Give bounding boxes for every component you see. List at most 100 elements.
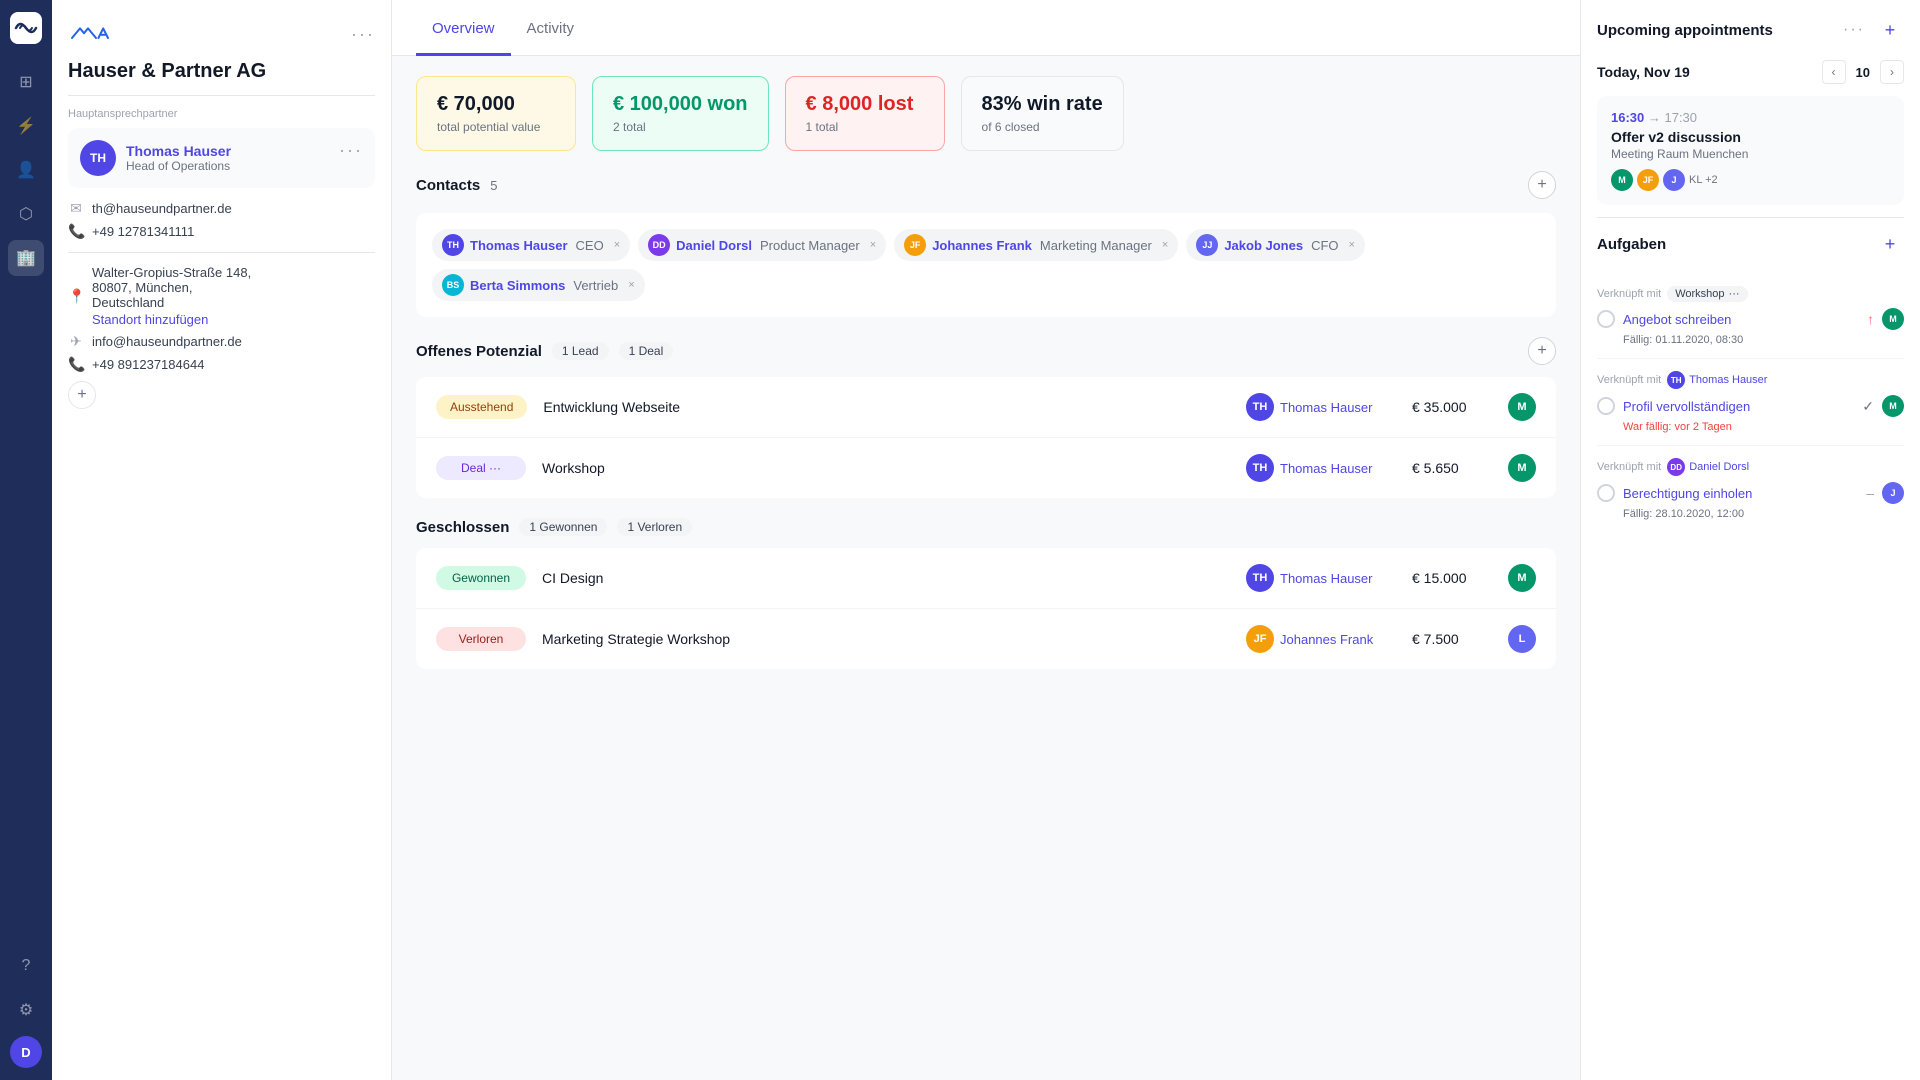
stat-lost-value: € 8,000 lost [806,93,924,116]
hauptansprechpartner-label: Hauptansprechpartner [68,108,375,120]
closed-won-badge: 1 Gewonnen [519,518,607,536]
nav-icon-settings[interactable]: ⚙ [8,992,44,1028]
nav-icon-building[interactable]: 🏢 [8,240,44,276]
tab-overview[interactable]: Overview [416,0,511,56]
add-task-button[interactable]: + [1876,230,1904,258]
potential-lead-badge: 1 Lead [552,342,609,360]
deal-name-webseite[interactable]: Entwicklung Webseite [543,399,1230,415]
stat-won-value: € 100,000 won [613,93,748,116]
chip-name-jakob[interactable]: Jakob Jones [1224,238,1303,253]
company-more-button[interactable]: ··· [351,24,375,45]
deal-status-verloren: Verloren [436,627,526,651]
task-name-berechtigung[interactable]: Berechtigung einholen [1623,486,1858,501]
chip-role-johannes: Marketing Manager [1040,238,1152,253]
add-contact-button[interactable]: + [1528,171,1556,199]
task-linked-name-daniel[interactable]: Daniel Dorsl [1689,461,1749,473]
deal-person-marketing[interactable]: JF Johannes Frank [1246,625,1396,653]
contact-email[interactable]: th@hauseundpartner.de [92,201,232,216]
task-checkbox-3[interactable] [1597,484,1615,502]
stat-winrate-value: 83% win rate [982,93,1103,116]
deal-action-m1: M [1508,393,1536,421]
task-linked-chip-workshop[interactable]: Workshop ··· [1667,286,1747,302]
add-location-button[interactable]: Standort hinzufügen [92,312,251,327]
task-linked-avatar-dd: DD [1667,458,1685,476]
phone-icon: 📞 [68,223,84,240]
deal-amount-workshop: € 5.650 [1412,460,1492,476]
appt-time-start: 16:30 [1611,110,1644,125]
closed-title: Geschlossen [416,519,509,536]
task-checkbox-2[interactable] [1597,397,1615,415]
task-linked-person-thomas[interactable]: TH Thomas Hauser [1667,371,1767,389]
company-logo [68,16,116,52]
stat-lost-label: 1 total [806,120,924,134]
task-checkbox-1[interactable] [1597,310,1615,328]
deal-person-workshop[interactable]: TH Thomas Hauser [1246,454,1396,482]
task-linked-name-thomas[interactable]: Thomas Hauser [1689,374,1767,386]
deal-person-cidesign[interactable]: TH Thomas Hauser [1246,564,1396,592]
appointment-count: 10 [1850,65,1876,80]
appt-time: 16:30 → 17:30 [1611,110,1890,125]
closed-deals-container: Gewonnen CI Design TH Thomas Hauser € 15… [416,548,1556,669]
deal-row-cidesign: Gewonnen CI Design TH Thomas Hauser € 15… [416,548,1556,609]
prev-date-button[interactable]: ‹ [1822,60,1846,84]
chip-remove-johannes[interactable]: × [1162,239,1168,251]
task-meta-3: Verknüpft mit DD Daniel Dorsl [1597,458,1904,476]
chip-role-berta: Vertrieb [573,278,618,293]
task-row-3: Berechtigung einholen – J [1597,482,1904,504]
appt-title[interactable]: Offer v2 discussion [1611,129,1890,145]
deal-name-cidesign[interactable]: CI Design [542,570,1230,586]
task-linked-person-daniel[interactable]: DD Daniel Dorsl [1667,458,1749,476]
tab-activity[interactable]: Activity [511,0,591,56]
date-label: Today, Nov 19 [1597,64,1690,80]
nav-icon-help[interactable]: ? [8,948,44,984]
contact-more-button[interactable]: ··· [339,140,363,161]
user-avatar[interactable]: D [10,1036,42,1068]
chip-name-johannes[interactable]: Johannes Frank [932,238,1032,253]
nav-icon-lightning[interactable]: ⚡ [8,108,44,144]
contact-phone-row: 📞 +49 12781341111 [68,223,375,240]
chip-name-daniel[interactable]: Daniel Dorsl [676,238,752,253]
chip-remove-jakob[interactable]: × [1349,239,1355,251]
appointments-more-button[interactable]: ··· [1840,16,1868,44]
chip-avatar-jj: JJ [1196,234,1218,256]
chip-name-thomas[interactable]: Thomas Hauser [470,238,568,253]
add-field-button[interactable]: + [68,381,96,409]
phone2-icon: 📞 [68,356,84,373]
deal-person-webseite[interactable]: TH Thomas Hauser [1246,393,1396,421]
company-phone[interactable]: +49 891237184644 [92,357,204,372]
next-date-button[interactable]: › [1880,60,1904,84]
nav-icon-chart[interactable]: ⬡ [8,196,44,232]
email-icon: ✉ [68,200,84,217]
tasks-title: Aufgaben [1597,236,1666,253]
stat-lost: € 8,000 lost 1 total [785,76,945,151]
contact-phone[interactable]: +49 12781341111 [92,224,194,239]
chip-avatar-jf: JF [904,234,926,256]
contact-role: Head of Operations [126,159,231,173]
appt-location: Meeting Raum Muenchen [1611,147,1890,161]
deal-name-marketing[interactable]: Marketing Strategie Workshop [542,631,1230,647]
nav-icon-grid[interactable]: ⊞ [8,64,44,100]
company-name: Hauser & Partner AG [68,60,375,83]
task-name-profil[interactable]: Profil vervollständigen [1623,399,1854,414]
tabs-bar: Overview Activity [392,0,1580,56]
deal-name-workshop[interactable]: Workshop [542,460,1230,476]
chip-remove-berta[interactable]: × [628,279,634,291]
add-appointment-button[interactable]: + [1876,16,1904,44]
stat-potential: € 70,000 total potential value [416,76,576,151]
chip-name-berta[interactable]: Berta Simmons [470,278,565,293]
address-city: 80807, München, [92,280,251,295]
add-potential-button[interactable]: + [1528,337,1556,365]
task-due-profil: War fällig: vor 2 Tagen [1597,421,1904,433]
main-content: Overview Activity € 70,000 total potenti… [392,0,1580,1080]
nav-icon-users[interactable]: 👤 [8,152,44,188]
task-row-2: Profil vervollständigen ✓ M [1597,395,1904,417]
email2-row: ✈ info@hauseundpartner.de [68,333,375,350]
company-email[interactable]: info@hauseundpartner.de [92,334,242,349]
task-name-angebot[interactable]: Angebot schreiben [1623,312,1859,327]
contact-name[interactable]: Thomas Hauser [126,143,231,159]
stat-won-label: 2 total [613,120,748,134]
app-logo[interactable] [10,12,42,44]
deal-row-marketing: Verloren Marketing Strategie Workshop JF… [416,609,1556,669]
chip-remove-daniel[interactable]: × [870,239,876,251]
chip-remove-thomas[interactable]: × [614,239,620,251]
